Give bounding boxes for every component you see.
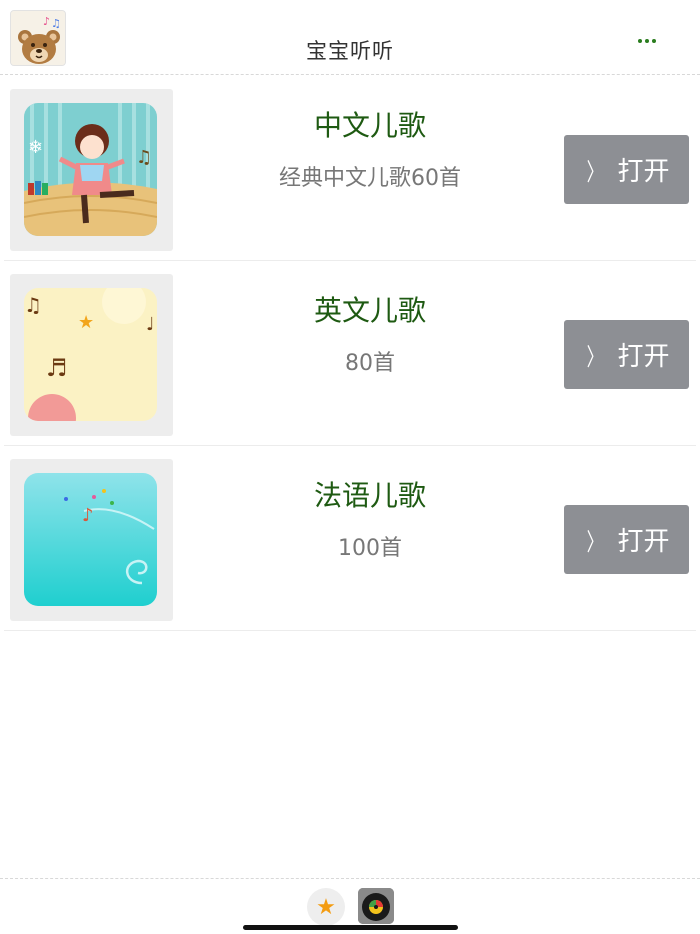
more-dots-icon[interactable]: [634, 32, 660, 50]
music-swirl-icon: ♪: [24, 473, 157, 606]
svg-text:♩: ♩: [146, 314, 155, 335]
svg-text:♫: ♫: [51, 17, 61, 30]
song-list: ❄ ♫ 中文儿歌 经典中文儿歌60首 〉 打开 ♫ ♩ ♬ ★ 英文儿歌 80首…: [0, 76, 700, 631]
svg-text:❄: ❄: [28, 137, 43, 158]
song-subtitle: 100首: [338, 536, 402, 561]
vinyl-record-icon[interactable]: [358, 888, 394, 924]
thumbnail-frame[interactable]: ♫ ♩ ♬ ★: [10, 274, 173, 436]
svg-text:★: ★: [78, 312, 94, 333]
dancing-girl-icon: ❄ ♫: [24, 103, 157, 236]
star-icon[interactable]: ★: [307, 888, 345, 926]
chevron-right-icon: 〉: [587, 158, 604, 186]
song-title: 中文儿歌: [313, 109, 426, 142]
footer-bar: ★: [0, 878, 700, 934]
song-subtitle: 经典中文儿歌60首: [279, 166, 461, 191]
open-button[interactable]: 〉 打开: [564, 505, 689, 574]
thumbnail-frame[interactable]: ❄ ♫: [10, 89, 173, 251]
svg-text:♪: ♪: [82, 505, 94, 526]
svg-text:♫: ♫: [136, 147, 152, 168]
song-title: 法语儿歌: [313, 479, 426, 512]
open-button-label: 打开: [617, 527, 670, 557]
list-item: ♫ ♩ ♬ ★ 英文儿歌 80首 〉 打开: [4, 261, 696, 446]
home-indicator: [243, 925, 458, 930]
thumbnail-frame[interactable]: ♪: [10, 459, 173, 621]
song-subtitle: 80首: [345, 351, 395, 376]
list-item: ❄ ♫ 中文儿歌 经典中文儿歌60首 〉 打开: [4, 76, 696, 261]
header-bar: ♪ ♫ 宝宝听听: [0, 0, 700, 75]
open-button-label: 打开: [617, 157, 670, 187]
svg-text:♬: ♬: [46, 354, 68, 382]
svg-text:♪: ♪: [43, 15, 50, 28]
open-button[interactable]: 〉 打开: [564, 135, 689, 204]
chevron-right-icon: 〉: [587, 343, 604, 371]
list-item: ♪ 法语儿歌 100首 〉 打开: [4, 446, 696, 631]
page-title: 宝宝听听: [306, 39, 394, 63]
music-notes-icon: ♫ ♩ ♬ ★: [24, 288, 157, 421]
svg-text:♫: ♫: [24, 293, 42, 317]
open-button-label: 打开: [617, 342, 670, 372]
song-title: 英文儿歌: [313, 294, 426, 327]
open-button[interactable]: 〉 打开: [564, 320, 689, 389]
chevron-right-icon: 〉: [587, 528, 604, 556]
